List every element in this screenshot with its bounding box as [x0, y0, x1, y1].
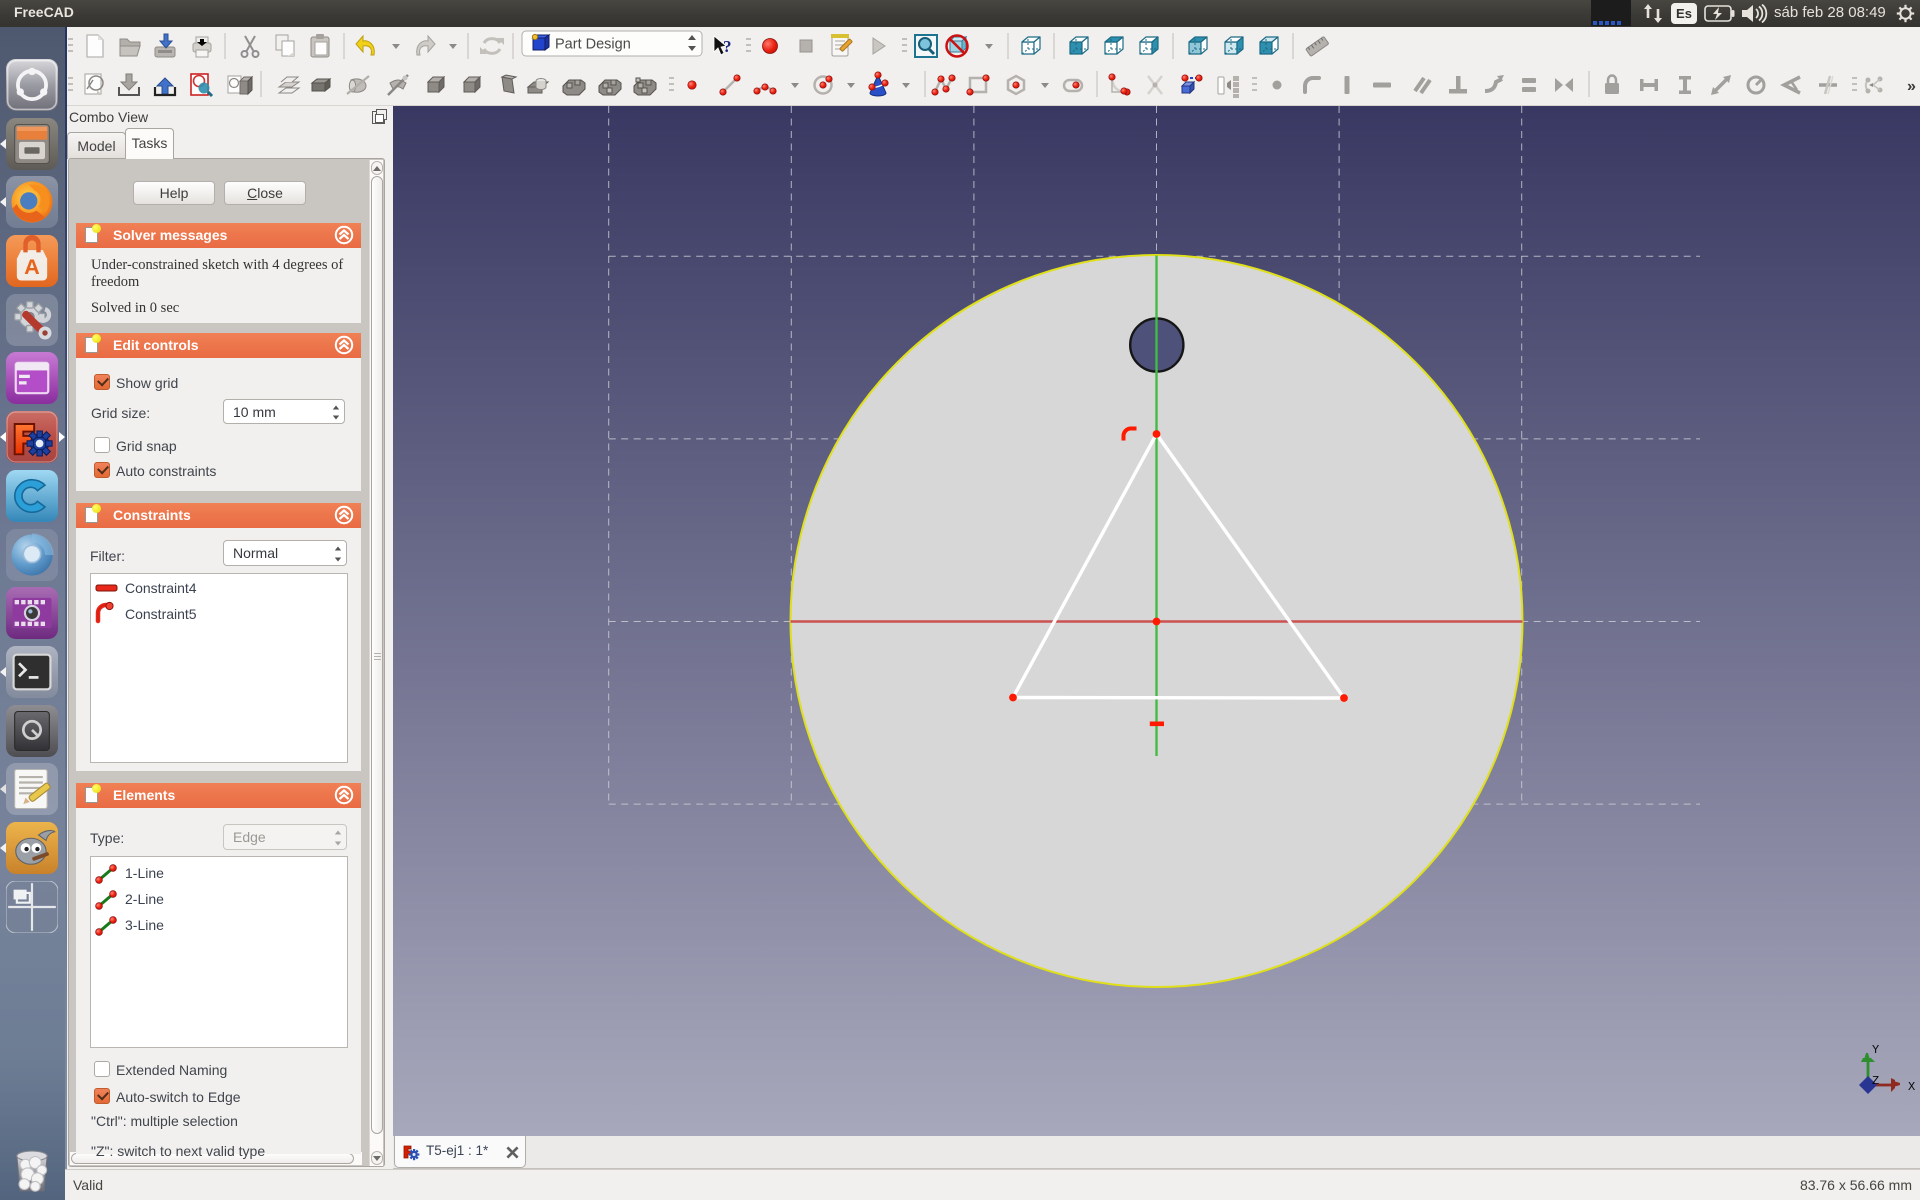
svg-text:Z: Z — [1872, 1074, 1879, 1088]
svg-text:Y: Y — [1872, 1043, 1879, 1057]
svg-text:?: ? — [723, 37, 732, 56]
svg-text:Part Design: Part Design — [555, 37, 631, 53]
svg-text:»: » — [1907, 78, 1916, 95]
svg-text:A: A — [24, 254, 40, 279]
svg-text:X: X — [1908, 1080, 1915, 1094]
